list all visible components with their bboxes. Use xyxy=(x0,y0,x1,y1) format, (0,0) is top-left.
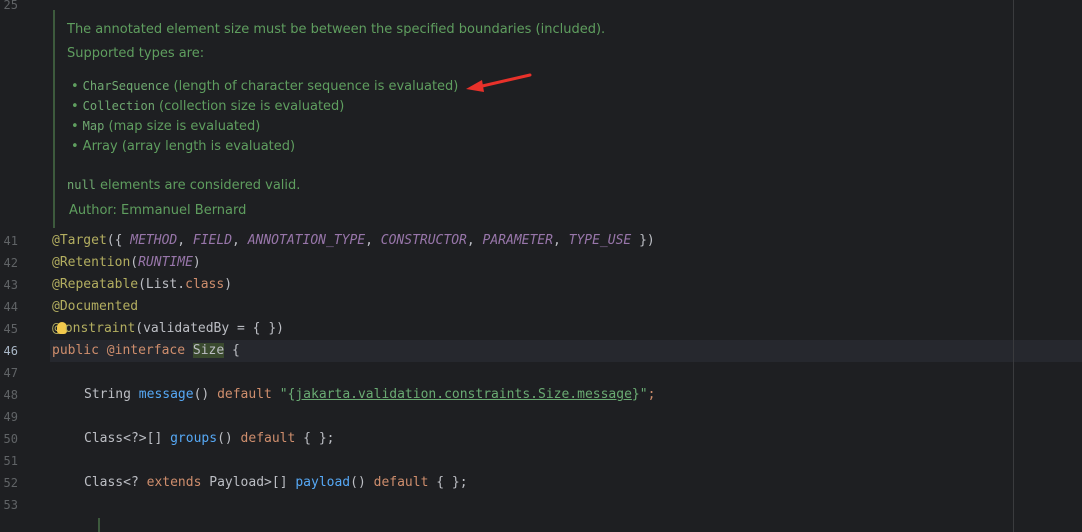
javadoc-border-partial xyxy=(98,518,100,532)
identifier-highlight: Size xyxy=(192,343,225,358)
line-number-active: 46 xyxy=(3,344,18,358)
code-line-42[interactable]: @Retention(RUNTIME) xyxy=(52,252,201,274)
javadoc-supported-types: Supported types are: xyxy=(67,46,205,61)
rendered-javadoc[interactable]: The annotated element size must be betwe… xyxy=(53,10,1015,228)
line-number: 48 xyxy=(3,388,18,402)
code-link-collection[interactable]: Collection xyxy=(83,99,155,113)
code-line-46[interactable]: public @interface Size { xyxy=(52,340,240,362)
line-number: 42 xyxy=(3,256,18,270)
javadoc-list-item: • Collection (collection size is evaluate… xyxy=(71,99,345,114)
red-arrow-annotation xyxy=(466,73,532,92)
code-link-map[interactable]: Map xyxy=(83,119,105,133)
javadoc-null-note: null elements are considered valid. xyxy=(67,178,301,193)
code-line-52[interactable]: Class<? extends Payload>[] payload() def… xyxy=(84,472,468,494)
message-key-link[interactable]: jakarta.validation.constraints.Size.mess… xyxy=(295,387,632,402)
line-number: 45 xyxy=(3,322,18,336)
code-line-43[interactable]: @Repeatable(List.class) xyxy=(52,274,232,296)
line-number: 41 xyxy=(3,234,18,248)
code-line-41[interactable]: @Target({ METHOD, FIELD, ANNOTATION_TYPE… xyxy=(52,230,655,252)
code-link-charsequence[interactable]: CharSequence xyxy=(83,79,170,93)
line-number: 50 xyxy=(3,432,18,446)
javadoc-author: Author: Emmanuel Bernard xyxy=(69,203,247,218)
line-number: 47 xyxy=(3,366,18,380)
javadoc-list-item: • Array (array length is evaluated) xyxy=(71,139,296,154)
line-number: 51 xyxy=(3,454,18,468)
javadoc-list-item: • Map (map size is evaluated) xyxy=(71,119,261,134)
line-number: 43 xyxy=(3,278,18,292)
javadoc-intro: The annotated element size must be betwe… xyxy=(67,22,606,37)
line-number: 53 xyxy=(3,498,18,512)
code-line-44[interactable]: @Documented xyxy=(52,296,138,318)
line-number: 25 xyxy=(3,0,18,12)
line-number-gutter: 25 41 42 43 44 45 46 47 48 49 50 51 52 5… xyxy=(0,0,51,532)
javadoc-list-item: • CharSequence (length of character seque… xyxy=(71,79,459,94)
code-line-50[interactable]: Class<?>[] groups() default { }; xyxy=(84,428,334,450)
line-number: 44 xyxy=(3,300,18,314)
line-number: 49 xyxy=(3,410,18,424)
code-line-48[interactable]: String message() default "{jakarta.valid… xyxy=(84,384,655,406)
line-number: 52 xyxy=(3,476,18,490)
code-line-45[interactable]: @ onstraint(validatedBy = { }) xyxy=(52,318,284,340)
